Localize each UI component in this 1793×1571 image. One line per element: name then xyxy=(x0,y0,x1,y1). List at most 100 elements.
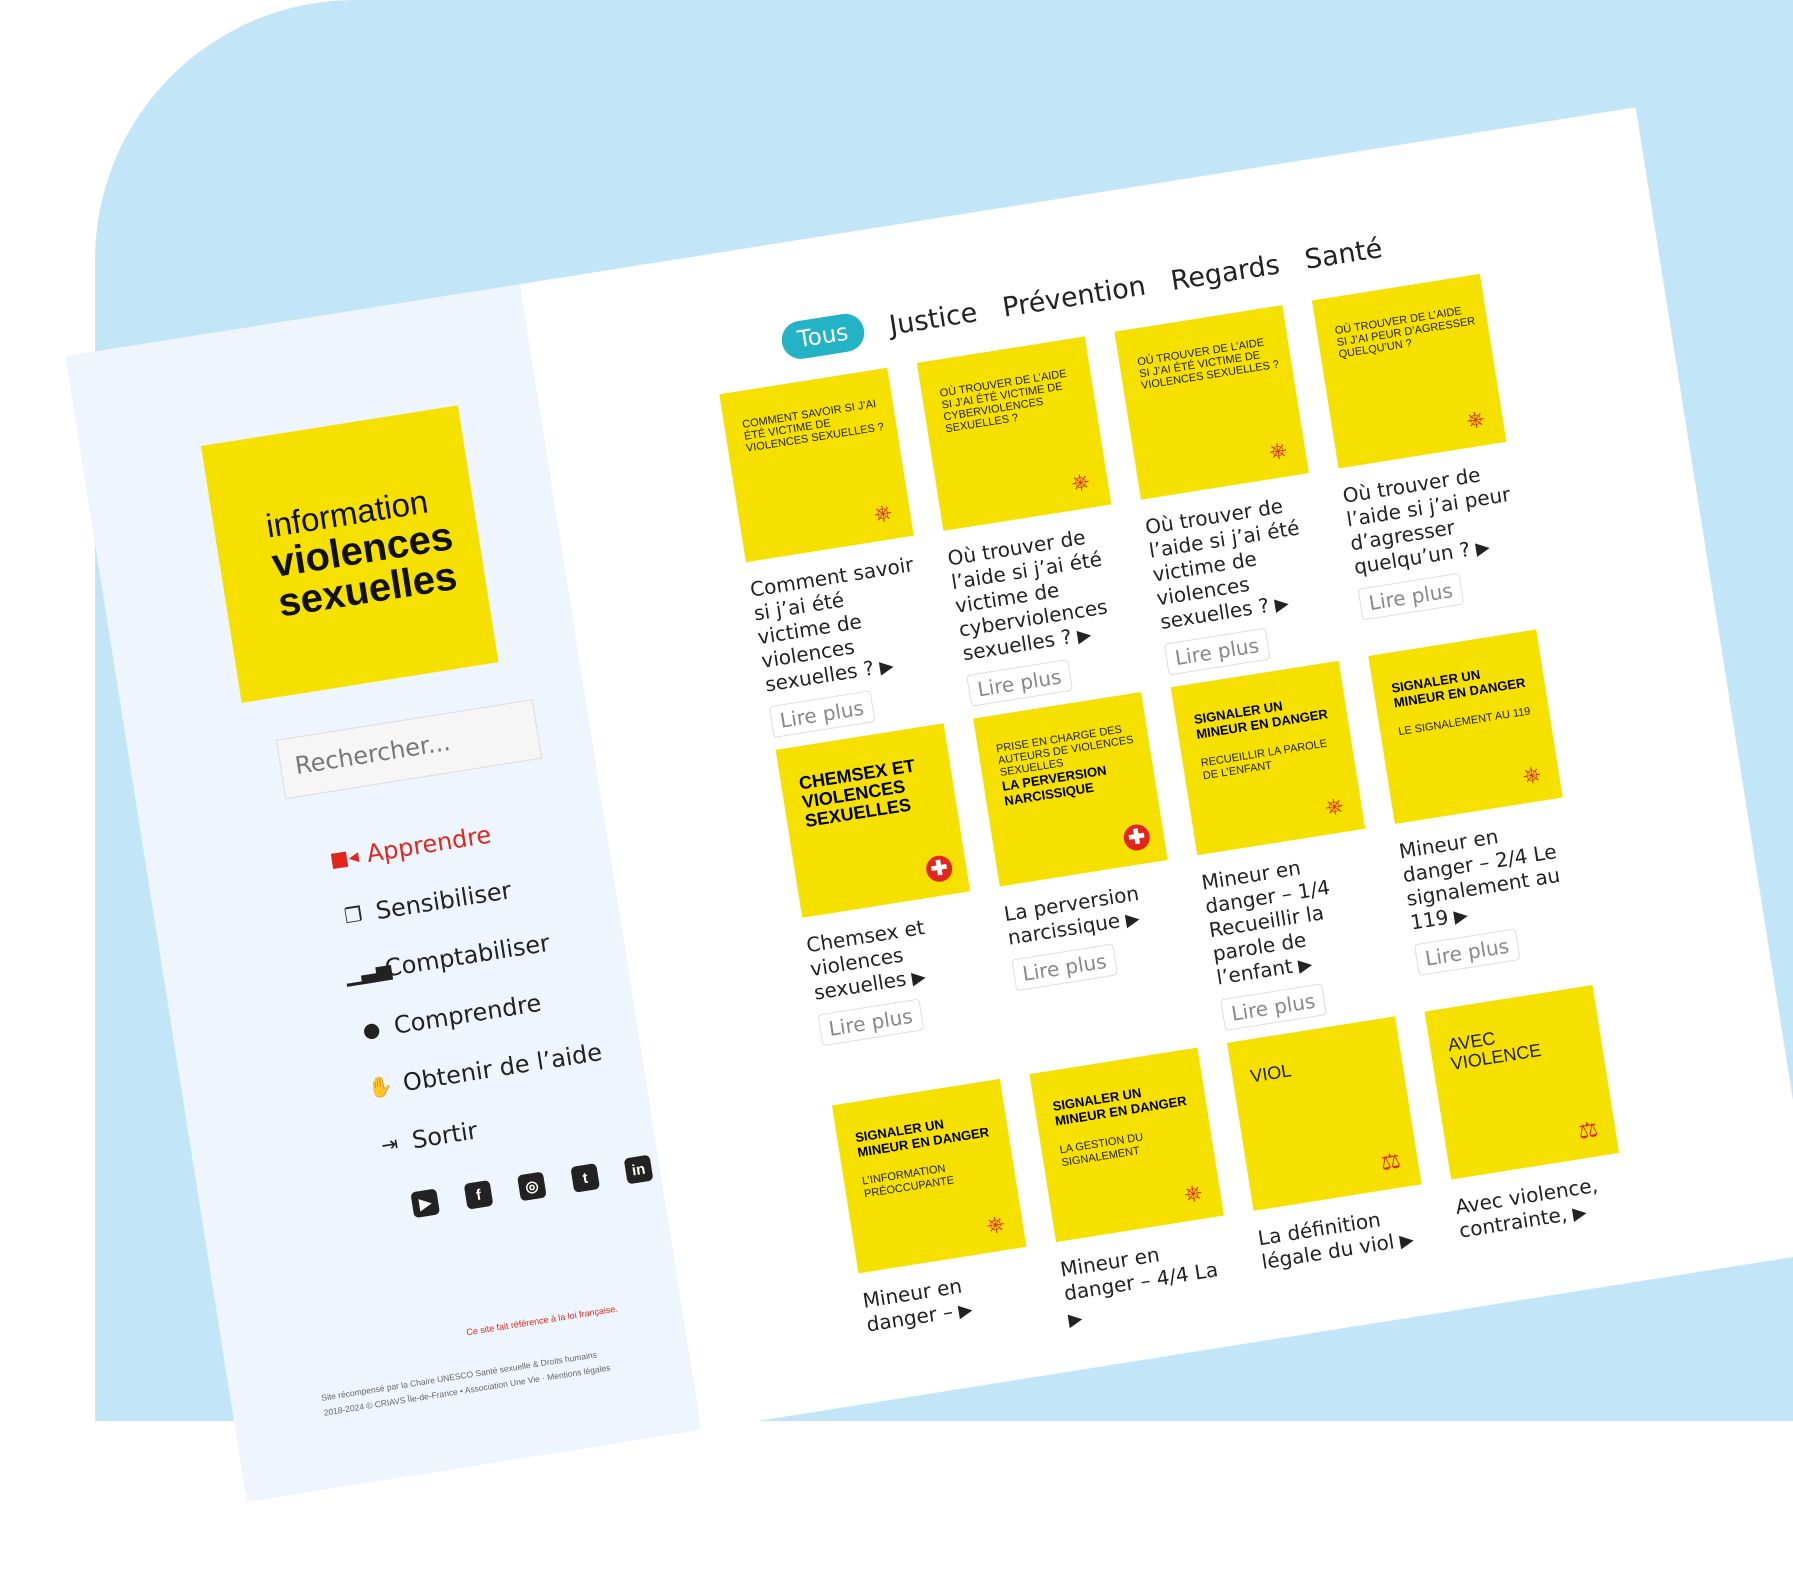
cross-icon: ✚ xyxy=(924,853,955,884)
search-input[interactable]: Rechercher... xyxy=(275,699,543,800)
twitter-icon[interactable]: t xyxy=(570,1163,601,1193)
card-thumbnail[interactable]: CHEMSEX ET VIOLENCES SEXUELLES ✚ xyxy=(775,723,971,918)
play-arrow-icon: ▶ xyxy=(1565,1201,1589,1226)
wheel-icon: ⎈ xyxy=(1464,405,1487,433)
article-card[interactable]: OÙ TROUVER DE L’AIDE SI J’AI ÉTÉ VICTIME… xyxy=(1114,305,1338,687)
facebook-icon[interactable]: f xyxy=(463,1179,494,1210)
article-card[interactable]: SIGNALER UN MINEUR EN DANGER L’INFORMATIO… xyxy=(831,1078,1056,1430)
documents-icon: ❐ xyxy=(342,901,364,929)
read-more-button[interactable]: Lire plus xyxy=(1011,943,1118,992)
read-more-button[interactable]: Lire plus xyxy=(768,690,875,739)
brain-icon: ● xyxy=(360,1016,382,1043)
linkedin-icon[interactable]: in xyxy=(623,1154,654,1185)
sign-out-icon: ⇥ xyxy=(379,1130,400,1158)
card-title[interactable]: La perversion narcissique ▶ xyxy=(1002,876,1178,952)
card-title[interactable]: Mineur en danger – 1/4 Recueillir la par… xyxy=(1200,844,1387,991)
nav-item-label: Comptabiliser xyxy=(382,928,552,983)
card-title[interactable]: Où trouver de l’aide si j’ai peur d’agre… xyxy=(1341,458,1524,581)
play-arrow-icon: ▶ xyxy=(1267,592,1291,617)
card-title-text: Mineur en danger – 2/4 Le signalement au… xyxy=(1397,824,1562,935)
play-arrow-icon: ▶ xyxy=(1468,536,1492,561)
card-title-text: Où trouver de l’aide si j’ai peur d’agre… xyxy=(1341,462,1512,579)
scales-icon: ⚖ xyxy=(1576,1116,1600,1144)
card-title[interactable]: Où trouver de l’aide si j’ai été victime… xyxy=(1143,489,1330,636)
nav-item-label: Comprendre xyxy=(391,988,544,1040)
card-thumbnail[interactable]: SIGNALER UN MINEUR EN DANGER LE SIGNALEME… xyxy=(1368,629,1563,824)
card-thumbnail[interactable]: OÙ TROUVER DE L’AIDE SI J’AI PEUR D’AGRE… xyxy=(1311,273,1507,469)
article-grid: COMMENT SAVOIR SI J’AI ÉTÉ VICTIME DE VI… xyxy=(719,273,1639,1430)
tab-prévention[interactable]: Prévention xyxy=(1000,270,1147,323)
card-title[interactable]: Chemsex et violences sexuelles ▶ xyxy=(805,907,984,1007)
article-card[interactable]: SIGNALER UN MINEUR EN DANGER RECUEILLIR L… xyxy=(1170,660,1395,1043)
thumbnail-subtext: RECUEILLIR LA PAROLE DE L’ENFANT xyxy=(1200,737,1328,783)
youtube-icon[interactable]: ▶ xyxy=(410,1188,441,1219)
play-arrow-icon: ▶ xyxy=(1291,953,1314,978)
card-title[interactable]: Mineur en danger – 4/4 La ▶ xyxy=(1059,1231,1239,1333)
card-title[interactable]: La définition légale du viol ▶ xyxy=(1256,1200,1432,1276)
wheel-icon: ⎈ xyxy=(872,498,894,527)
card-thumbnail[interactable]: VIOL ⚖ xyxy=(1227,1016,1422,1211)
play-arrow-icon: ▶ xyxy=(1070,624,1093,649)
article-card[interactable]: PRISE EN CHARGE DES AUTEURS DE VIOLENCES… xyxy=(973,692,1197,1074)
read-more-button[interactable]: Lire plus xyxy=(966,659,1073,707)
article-card[interactable]: VIOL ⚖ La définition légale du viol ▶ xyxy=(1227,1016,1451,1398)
play-arrow-icon: ▶ xyxy=(951,1299,975,1323)
nav-item-label: Sortir xyxy=(410,1116,480,1155)
play-arrow-icon: ▶ xyxy=(1446,904,1470,929)
card-title-text: Mineur en danger – xyxy=(861,1273,964,1337)
thumbnail-heading: SIGNALER UN MINEUR EN DANGER xyxy=(854,1116,991,1160)
article-card[interactable]: OÙ TROUVER DE L’AIDE SI J’AI PEUR D’AGRE… xyxy=(1311,273,1536,656)
card-thumbnail[interactable]: PRISE EN CHARGE DES AUTEURS DE VIOLENCES… xyxy=(973,692,1168,887)
instagram-icon[interactable]: ◎ xyxy=(517,1171,547,1202)
wheel-icon: ⎈ xyxy=(1521,760,1543,789)
card-title[interactable]: Avec violence, contrainte, ▶ xyxy=(1454,1169,1630,1245)
article-card[interactable]: COMMENT SAVOIR SI J’AI ÉTÉ VICTIME DE VI… xyxy=(719,367,943,750)
play-arrow-icon: ▶ xyxy=(872,655,896,680)
card-thumbnail[interactable]: OÙ TROUVER DE L’AIDE SI J’AI ÉTÉ VICTIME… xyxy=(1114,305,1309,500)
nav-item-label: Sensibiliser xyxy=(373,876,514,926)
wheel-icon: ⎈ xyxy=(984,1210,1007,1238)
tab-regards[interactable]: Regards xyxy=(1169,249,1282,297)
scales-icon: ⚖ xyxy=(1378,1147,1403,1176)
wheel-icon: ⎈ xyxy=(1069,467,1092,496)
card-thumbnail[interactable]: COMMENT SAVOIR SI J’AI ÉTÉ VICTIME DE VI… xyxy=(719,367,914,563)
article-card[interactable]: OÙ TROUVER DE L’AIDE SI J’AI ÉTÉ VICTIME… xyxy=(916,336,1141,718)
french-law-notice: Ce site fait référence à la loi français… xyxy=(465,1303,619,1338)
card-thumbnail[interactable]: SIGNALER UN MINEUR EN DANGER RECUEILLIR L… xyxy=(1170,660,1366,856)
tab-tous[interactable]: Tous xyxy=(779,311,867,362)
main-content: Tous Justice Prévention Regards Santé COMMEN… xyxy=(519,107,1793,1430)
thumbnail-text: OÙ TROUVER DE L’AIDE SI J’AI ÉTÉ VICTIME… xyxy=(1136,336,1280,393)
article-card[interactable]: SIGNALER UN MINEUR EN DANGER LA GESTION D… xyxy=(1029,1047,1253,1430)
read-more-button[interactable]: Lire plus xyxy=(1357,572,1464,621)
thumbnail-heading: CHEMSEX ET VIOLENCES SEXUELLES xyxy=(797,755,917,832)
read-more-button[interactable]: Lire plus xyxy=(1163,627,1271,676)
main-nav: ■◂ Apprendre ❐ Sensibiliser ▁▃▅ Comptabiliser… xyxy=(323,794,615,1175)
bar-chart-icon: ▁▃▅ xyxy=(343,955,393,987)
thumbnail-subtext: LA GESTION DU SIGNALEMENT xyxy=(1058,1131,1145,1170)
site-logo[interactable]: information violences sexuelles xyxy=(201,405,499,703)
card-title[interactable]: Mineur en danger – 2/4 Le signalement au… xyxy=(1397,813,1580,936)
card-title[interactable]: Où trouver de l’aide si j’ai été victime… xyxy=(946,520,1133,667)
thumbnail-text: VIOL xyxy=(1249,1060,1293,1087)
read-more-button[interactable]: Lire plus xyxy=(817,998,924,1047)
card-thumbnail[interactable]: SIGNALER UN MINEUR EN DANGER LA GESTION D… xyxy=(1029,1047,1224,1243)
tab-santé[interactable]: Santé xyxy=(1303,233,1385,276)
play-arrow-icon: ▶ xyxy=(1118,908,1142,932)
card-thumbnail[interactable]: SIGNALER UN MINEUR EN DANGER L’INFORMATIO… xyxy=(831,1078,1027,1274)
card-thumbnail[interactable]: OÙ TROUVER DE L’AIDE SI J’AI ÉTÉ VICTIME… xyxy=(916,336,1112,531)
thumbnail-subtext: L’INFORMATION PRÉOCCUPANTE xyxy=(861,1162,955,1201)
article-card[interactable]: SIGNALER UN MINEUR EN DANGER LE SIGNALEME… xyxy=(1368,629,1592,1011)
cross-icon: ✚ xyxy=(1121,822,1152,853)
read-more-button[interactable]: Lire plus xyxy=(1413,928,1521,977)
tab-justice[interactable]: Justice xyxy=(887,297,979,341)
card-title-text: La définition légale du viol xyxy=(1256,1207,1396,1274)
article-card[interactable]: CHEMSEX ET VIOLENCES SEXUELLES ✚ Chemsex e… xyxy=(775,723,1000,1105)
thumbnail-text: OÙ TROUVER DE L’AIDE SI J’AI ÉTÉ VICTIME… xyxy=(938,367,1068,436)
play-arrow-icon: ▶ xyxy=(904,966,928,991)
card-title[interactable]: Comment savoir si j’ai été victime de vi… xyxy=(748,551,935,698)
read-more-button[interactable]: Lire plus xyxy=(1220,983,1327,1032)
article-card[interactable]: AVEC VIOLENCE ⚖ Avec violence, contrainte,… xyxy=(1424,984,1649,1367)
card-thumbnail[interactable]: AVEC VIOLENCE ⚖ xyxy=(1424,984,1620,1180)
card-title[interactable]: Mineur en danger – ▶ xyxy=(861,1263,1037,1339)
thumbnail-text: OÙ TROUVER DE L’AIDE SI J’AI PEUR D’AGRE… xyxy=(1334,305,1477,361)
